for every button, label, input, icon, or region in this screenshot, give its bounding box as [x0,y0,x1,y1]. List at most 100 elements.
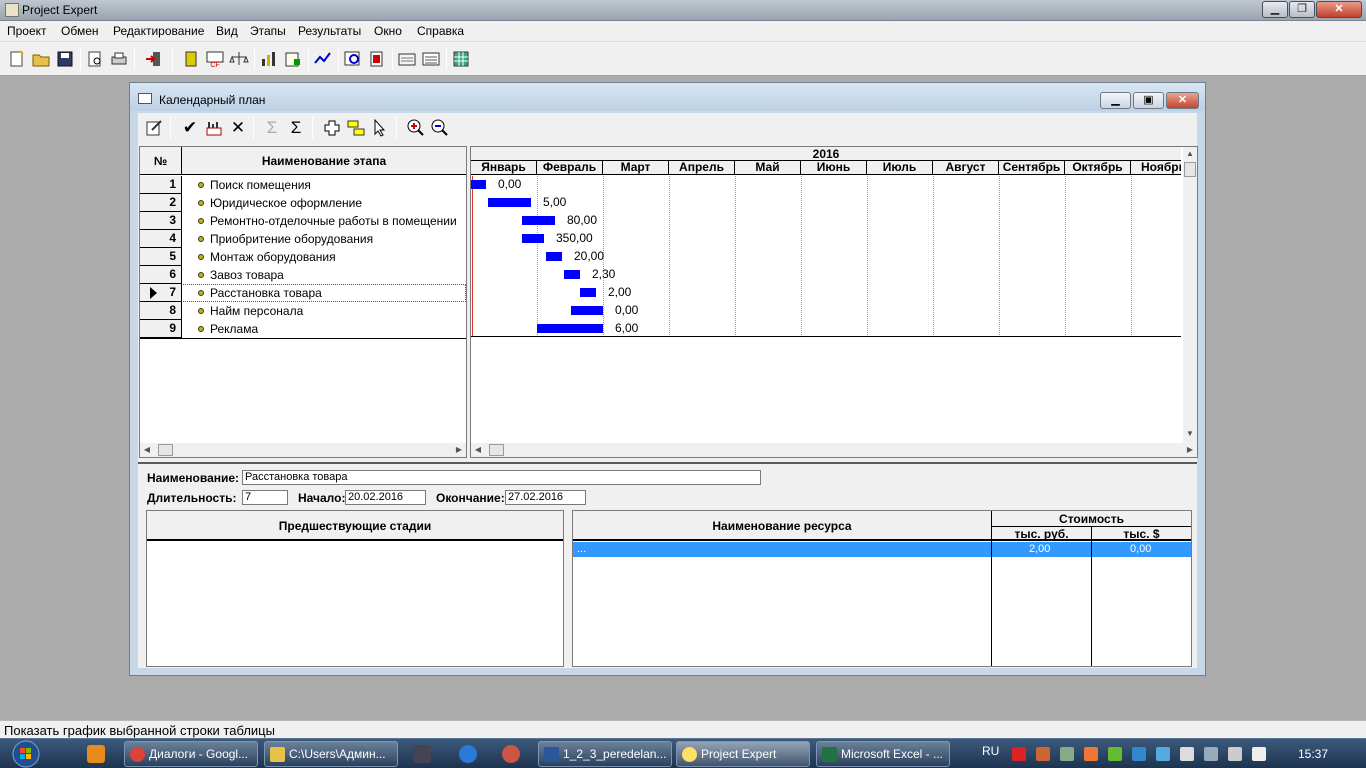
window-minimize-button[interactable]: ▁ [1100,92,1131,109]
task-explorer[interactable]: C:\Users\Админ... [264,741,398,767]
exit-icon[interactable] [143,49,163,69]
start-button[interactable] [6,739,46,768]
row-number[interactable]: 4 [140,230,182,248]
col-name-header[interactable]: Наименование этапа [182,147,466,175]
duration-field[interactable]: 7 [242,490,288,505]
resources-table[interactable]: Наименование ресурса Стоимость тыс. руб.… [572,510,1192,667]
nvidia-icon[interactable] [1108,747,1122,761]
resource-row[interactable]: ... 2,00 0,00 [573,542,1191,557]
scroll-thumb[interactable] [489,444,504,456]
menu-stages[interactable]: Этапы [250,24,286,38]
new-file-icon[interactable] [7,49,27,69]
line-chart-icon[interactable] [313,49,333,69]
gantt-bar[interactable] [471,180,486,189]
task-chrome[interactable]: Диалоги - Googl... [124,741,258,767]
row-number[interactable]: 9 [140,320,182,338]
flag-icon[interactable] [1252,747,1266,761]
edit-stage-icon[interactable] [144,118,164,138]
row-number[interactable]: 3 [140,212,182,230]
menu-help[interactable]: Справка [417,24,464,38]
analysis-icon[interactable] [343,49,363,69]
scroll-left-icon[interactable]: ◀ [140,443,154,457]
table-row[interactable]: 8 Найм персонала [140,302,466,320]
sum-disabled-icon[interactable]: Σ [262,118,282,138]
check-icon[interactable]: ✔ [180,118,200,138]
language-indicator[interactable]: RU [982,744,999,758]
task-project-expert[interactable]: Project Expert [676,741,810,767]
delete-icon[interactable]: ✕ [228,118,248,138]
notes-icon[interactable] [397,49,417,69]
network-icon[interactable] [1132,747,1146,761]
settings-icon[interactable] [502,745,520,763]
tray-orange-icon[interactable] [1084,747,1098,761]
gantt-bar[interactable] [537,324,603,333]
signal-icon[interactable] [1060,747,1074,761]
scroll-left-icon[interactable]: ◀ [471,443,485,457]
window-maximize-button[interactable]: ▣ [1133,92,1164,109]
usb-icon[interactable] [1180,747,1194,761]
list-icon[interactable] [421,49,441,69]
add-stage-icon[interactable] [322,118,342,138]
media-player-icon[interactable] [87,745,105,763]
window-close-button[interactable]: ✕ [1166,92,1199,109]
predecessors-table[interactable]: Предшествующие стадии [146,510,564,667]
link-stages-icon[interactable] [346,118,366,138]
book-icon[interactable] [181,49,201,69]
gantt-bar[interactable] [522,234,544,243]
menu-exchange[interactable]: Обмен [61,24,99,38]
zoom-in-icon[interactable] [406,118,426,138]
bar-chart-icon[interactable] [259,49,279,69]
table-row[interactable]: 3 Ремонтно-отделочные работы в помещении [140,212,466,230]
tray-blue-icon[interactable] [1156,747,1170,761]
task-excel[interactable]: Microsoft Excel - ... [816,741,950,767]
table-row[interactable]: 1 Поиск помещения [140,176,466,194]
task-word[interactable]: 1_2_3_peredelan... [538,741,672,767]
table-row[interactable]: 2 Юридическое оформление [140,194,466,212]
gantt-bar[interactable] [580,288,596,297]
scroll-up-icon[interactable]: ▲ [1183,147,1197,161]
scroll-right-icon[interactable]: ▶ [452,443,466,457]
col-number-header[interactable]: № [140,147,182,175]
pointer-icon[interactable] [370,118,390,138]
resources-icon[interactable] [204,118,224,138]
table-icon[interactable] [451,49,471,69]
vscroll-thumb[interactable] [1184,162,1196,177]
row-number[interactable]: 2 [140,194,182,212]
volume-icon[interactable] [1228,747,1242,761]
balance-icon[interactable] [229,49,249,69]
video-icon[interactable] [413,745,431,763]
menu-edit[interactable]: Редактирование [113,24,204,38]
name-field[interactable]: Расстановка товара [242,470,761,485]
table-row[interactable]: 6 Завоз товара [140,266,466,284]
row-number[interactable]: 6 [140,266,182,284]
scroll-right-icon[interactable]: ▶ [1183,443,1197,457]
gantt-bar[interactable] [488,198,531,207]
minimize-button[interactable]: ▁ [1262,1,1288,18]
row-number[interactable]: 1 [140,176,182,194]
cashflow-icon[interactable]: CF [205,49,225,69]
document-red-icon[interactable] [367,49,387,69]
zoom-out-icon[interactable] [430,118,450,138]
gantt-hscrollbar[interactable]: ◀ ▶ [471,443,1197,457]
table-row[interactable]: 5 Монтаж оборудования [140,248,466,266]
table-row[interactable]: 4 Приобритение оборудования [140,230,466,248]
gantt-bar[interactable] [571,306,603,315]
antivirus-icon[interactable] [1012,747,1026,761]
print-icon[interactable] [109,49,129,69]
menu-window[interactable]: Окно [374,24,402,38]
restore-button[interactable]: ❐ [1289,1,1315,18]
menu-view[interactable]: Вид [216,24,238,38]
row-number[interactable]: 7 [140,284,182,302]
menu-results[interactable]: Результаты [298,24,361,38]
tray-app-icon[interactable] [1036,747,1050,761]
gantt-bar[interactable] [564,270,580,279]
gantt-bar[interactable] [546,252,562,261]
table-row[interactable]: 7 Расстановка товара [140,284,466,302]
close-button[interactable]: ✕ [1316,1,1362,18]
report-chart-icon[interactable] [283,49,303,69]
monitor-icon[interactable] [1204,747,1218,761]
save-icon[interactable] [55,49,75,69]
ie-icon[interactable] [459,745,477,763]
start-date-field[interactable]: 20.02.2016 [345,490,426,505]
gantt-vscrollbar[interactable]: ▲ ▼ [1183,147,1197,443]
